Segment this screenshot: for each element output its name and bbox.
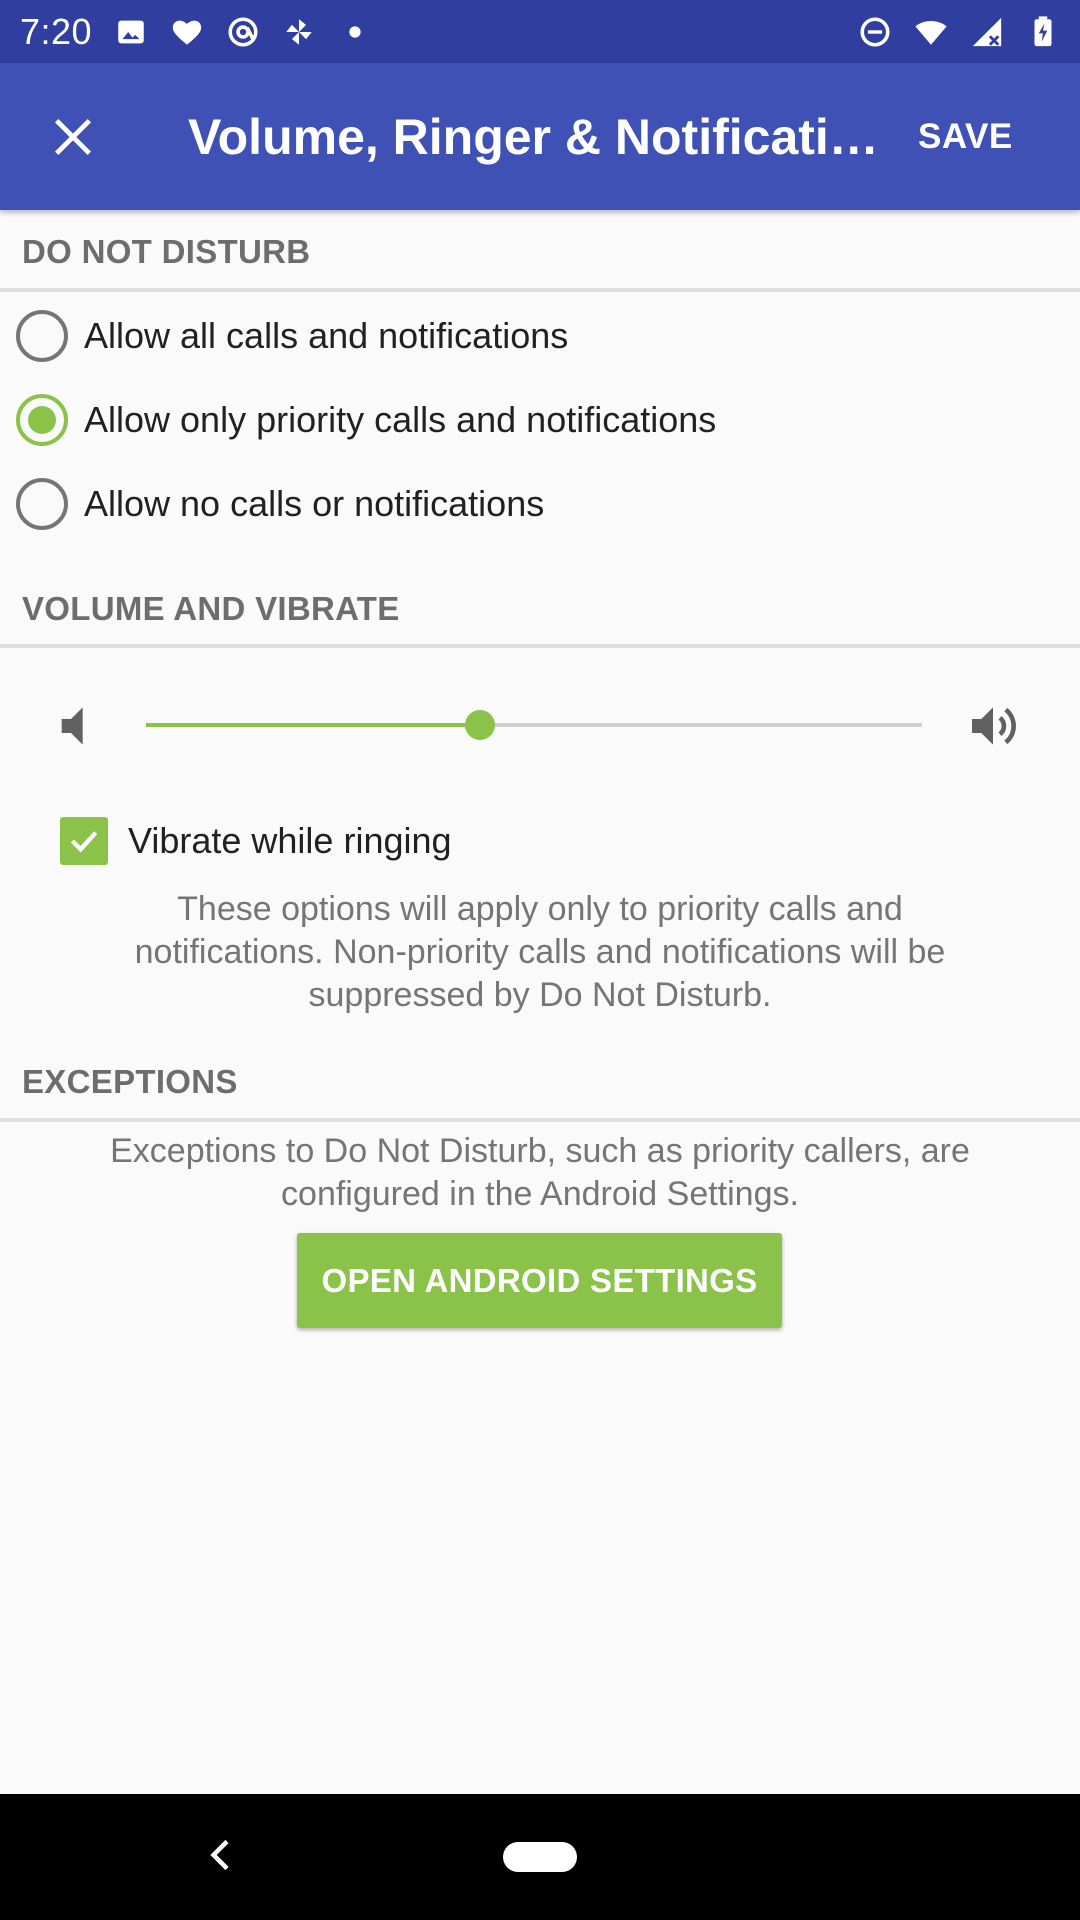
radio-button[interactable] (16, 394, 68, 446)
vibrate-label: Vibrate while ringing (128, 820, 452, 861)
battery-charging-icon (1026, 15, 1060, 49)
volume-row (0, 690, 1080, 760)
at-sign-icon (226, 15, 260, 49)
back-button[interactable] (196, 1830, 246, 1880)
signal-icon (970, 15, 1004, 49)
status-bar: 7:20 (0, 0, 1080, 63)
app-bar: Volume, Ringer & Notifications SAVE (0, 63, 1080, 210)
radio-allow-all[interactable]: Allow all calls and notifications (0, 294, 1080, 378)
status-right (858, 15, 1060, 49)
volume-mute-icon (50, 698, 106, 754)
status-left: 7:20 (20, 11, 372, 53)
exceptions-section-header: EXCEPTIONS (22, 1063, 238, 1100)
volume-slider[interactable] (146, 710, 922, 740)
close-button[interactable] (18, 82, 128, 192)
radio-label: Allow all calls and notifications (84, 315, 569, 356)
radio-label: Allow no calls or notifications (84, 483, 545, 524)
slider-fill (146, 723, 480, 727)
open-android-settings-button[interactable]: OPEN ANDROID SETTINGS (297, 1233, 782, 1328)
divider (0, 1118, 1080, 1122)
home-button[interactable] (503, 1842, 577, 1872)
volume-up-icon (965, 698, 1021, 754)
image-icon (114, 15, 148, 49)
pinwheel-icon (282, 15, 316, 49)
wifi-icon (914, 15, 948, 49)
radio-allow-none[interactable]: Allow no calls or notifications (0, 462, 1080, 546)
divider (0, 288, 1080, 292)
radio-button[interactable] (16, 478, 68, 530)
radio-button[interactable] (16, 310, 68, 362)
dnd-icon (858, 15, 892, 49)
divider (0, 644, 1080, 648)
back-icon (210, 1839, 229, 1871)
heart-icon (170, 15, 204, 49)
radio-label: Allow only priority calls and notificati… (84, 399, 717, 440)
close-icon (54, 118, 92, 155)
check-icon (70, 831, 98, 853)
volume-section-header: VOLUME AND VIBRATE (22, 590, 400, 627)
navigation-bar (0, 1794, 1080, 1920)
vibrate-checkbox[interactable] (60, 817, 108, 865)
volume-note: These options will apply only to priorit… (134, 890, 946, 1014)
exceptions-note: Exceptions to Do Not Disturb, such as pr… (110, 1132, 970, 1213)
save-button[interactable]: SAVE (908, 97, 1023, 177)
page-title: Volume, Ringer & Notifications (188, 108, 898, 165)
radio-allow-priority[interactable]: Allow only priority calls and notificati… (0, 378, 1080, 462)
vibrate-checkbox-row[interactable]: Vibrate while ringing (0, 810, 1080, 872)
status-time: 7:20 (20, 10, 93, 52)
dot-icon (338, 15, 372, 49)
dnd-section-header: DO NOT DISTURB (22, 233, 311, 270)
slider-thumb[interactable] (464, 710, 495, 740)
